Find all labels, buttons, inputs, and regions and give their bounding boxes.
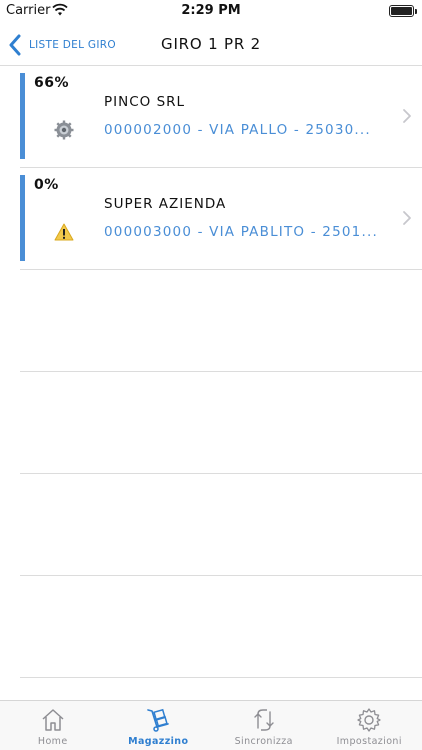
clock: 2:29 PM bbox=[181, 3, 241, 18]
tab-label: Sincronizza bbox=[234, 736, 293, 747]
empty-list-row bbox=[20, 270, 422, 372]
customer-name: PINCO SRL bbox=[104, 94, 186, 110]
customer-name: SUPER AZIENDA bbox=[104, 196, 227, 212]
customer-list: 66% PINCO SRL 000002000 - VIA PALLO - 25… bbox=[0, 66, 422, 678]
chevron-right-icon bbox=[403, 109, 411, 123]
home-icon bbox=[42, 709, 64, 731]
progress-indicator-bar bbox=[20, 175, 25, 261]
tab-label: Impostazioni bbox=[336, 736, 402, 747]
empty-list-row bbox=[20, 576, 422, 678]
hand-truck-icon bbox=[147, 708, 170, 732]
empty-list-row bbox=[20, 474, 422, 576]
customer-address: 000003000 - VIA PABLITO - 2501... bbox=[104, 224, 378, 240]
tab-label: Magazzino bbox=[128, 736, 189, 747]
progress-indicator-bar bbox=[20, 73, 25, 159]
tab-impostazioni[interactable]: Impostazioni bbox=[317, 701, 422, 750]
sync-icon bbox=[254, 709, 274, 731]
completion-percent: 0% bbox=[34, 177, 59, 193]
list-item[interactable]: 0% SUPER AZIENDA 000003000 - VIA PABLITO… bbox=[20, 168, 422, 270]
customer-address: 000002000 - VIA PALLO - 25030... bbox=[104, 122, 371, 138]
completion-percent: 66% bbox=[34, 75, 70, 91]
tab-home[interactable]: Home bbox=[0, 701, 106, 750]
tab-magazzino[interactable]: Magazzino bbox=[106, 701, 212, 750]
empty-list-row bbox=[20, 372, 422, 474]
navigation-bar: LISTE DEL GIRO GIRO 1 PR 2 bbox=[0, 22, 422, 66]
battery-icon bbox=[389, 5, 417, 17]
gear-icon bbox=[54, 120, 74, 140]
page-title: GIRO 1 PR 2 bbox=[161, 35, 261, 53]
tab-label: Home bbox=[37, 736, 68, 747]
chevron-right-icon bbox=[403, 211, 411, 225]
tab-sincronizza[interactable]: Sincronizza bbox=[211, 701, 317, 750]
warning-icon bbox=[54, 223, 74, 241]
tab-bar: Home Magazzino Sincronizza Impostazioni bbox=[0, 700, 422, 750]
gear-icon bbox=[357, 708, 381, 732]
status-bar: Carrier 2:29 PM bbox=[0, 0, 422, 22]
list-item[interactable]: 66% PINCO SRL 000002000 - VIA PALLO - 25… bbox=[20, 66, 422, 168]
